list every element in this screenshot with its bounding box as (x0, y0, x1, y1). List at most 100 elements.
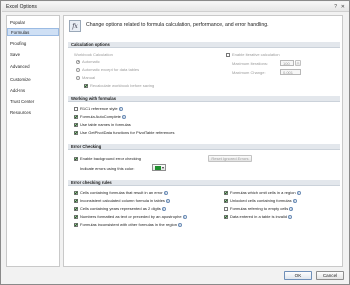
info-icon: i (121, 114, 126, 119)
sidebar-item-save[interactable]: Save (7, 51, 59, 59)
max-iterations-spinner[interactable]: ⇕ (295, 60, 301, 66)
rule-checkbox[interactable] (74, 198, 78, 203)
sidebar-item-add-ins[interactable]: Add-Ins (7, 87, 59, 95)
workbook-calculation-label: Workbook Calculation (74, 52, 113, 57)
info-icon: i (163, 190, 168, 195)
sidebar-item-proofing[interactable]: Proofing (7, 40, 59, 48)
info-icon: i (182, 214, 187, 219)
rule-item[interactable]: Unlocked cells containing formulas i (224, 198, 297, 203)
rule-item[interactable]: Formulas referring to empty cells i (224, 206, 294, 211)
info-icon: i (287, 214, 292, 219)
close-button[interactable]: ✕ (341, 4, 345, 10)
calculation-options-header: Calculation options (68, 42, 340, 48)
rule-checkbox[interactable] (74, 190, 78, 195)
background-error-checking-option[interactable]: Enable background error checking (74, 156, 141, 161)
rule-label: Unlocked cells containing formulas (230, 198, 292, 203)
error-color-picker[interactable]: ▾ (152, 164, 166, 171)
max-change-field[interactable]: 0.001 (280, 69, 301, 75)
rule-checkbox[interactable] (74, 206, 78, 211)
error-checking-rules-header: Error checking rules (68, 180, 340, 186)
info-icon: i (161, 206, 166, 211)
table-names-checkbox[interactable] (74, 122, 78, 127)
enable-iterative-label: Enable iterative calculation (232, 52, 280, 57)
rule-checkbox[interactable] (224, 190, 228, 195)
getpivotdata-checkbox[interactable] (74, 130, 78, 135)
rule-label: Inconsistent calculated column formula i… (80, 198, 165, 203)
sidebar-item-popular[interactable]: Popular (7, 19, 59, 27)
manual-radio[interactable] (76, 75, 80, 80)
info-icon: i (177, 222, 182, 227)
table-names-label: Use table names in formulas (80, 122, 131, 127)
rule-checkbox[interactable] (74, 222, 78, 227)
autocomplete-option[interactable]: Formula AutoComplete i (74, 114, 126, 119)
rule-item[interactable]: Inconsistent calculated column formula i… (74, 198, 170, 203)
error-checking-header: Error Checking (68, 144, 340, 150)
dialog-title: Excel Options (6, 4, 37, 10)
recalc-before-saving-label: Recalculate workbook before saving (90, 83, 155, 88)
formula-fx-icon: fx (69, 20, 81, 32)
info-icon: i (289, 206, 294, 211)
rule-item[interactable]: Cells containing formulas that result in… (74, 190, 168, 195)
rule-item[interactable]: Formulas inconsistent with other formula… (74, 222, 182, 227)
chevron-down-icon: ▾ (161, 165, 164, 170)
enable-iterative-checkbox[interactable] (226, 52, 230, 57)
working-with-formulas-header: Working with formulas (68, 96, 340, 102)
enable-iterative-option[interactable]: Enable iterative calculation (226, 52, 280, 57)
sidebar-item-trust-center[interactable]: Trust Center (7, 98, 59, 106)
panel-description: Change options related to formula calcul… (86, 22, 269, 28)
reset-ignored-errors-button[interactable]: Reset Ignored Errors (208, 155, 252, 162)
help-button[interactable]: ? (334, 4, 337, 10)
color-swatch (155, 166, 161, 170)
rule-checkbox[interactable] (224, 214, 228, 219)
automatic-radio[interactable] (76, 59, 80, 64)
getpivotdata-label: Use GetPivotData functions for PivotTabl… (80, 130, 175, 135)
info-icon: i (292, 198, 297, 203)
rule-label: Formulas inconsistent with other formula… (80, 222, 177, 227)
r1c1-label: R1C1 reference style (80, 106, 118, 111)
cancel-button[interactable]: Cancel (316, 271, 344, 280)
rule-item[interactable]: Cells containing years represented as 2 … (74, 206, 166, 211)
sidebar-item-advanced[interactable]: Advanced (7, 63, 59, 71)
rule-checkbox[interactable] (224, 206, 228, 211)
title-bar: Excel Options ? ✕ (2, 2, 349, 12)
r1c1-option[interactable]: R1C1 reference style i (74, 106, 123, 111)
automatic-except-tables-radio[interactable] (76, 67, 80, 72)
options-sidebar: Popular Formulas Proofing Save Advanced … (6, 15, 60, 267)
sidebar-item-customize[interactable]: Customize (7, 76, 59, 84)
rule-label: Cells containing years represented as 2 … (80, 206, 161, 211)
sidebar-item-formulas[interactable]: Formulas (7, 28, 59, 36)
ok-button[interactable]: OK (284, 271, 312, 280)
getpivotdata-option[interactable]: Use GetPivotData functions for PivotTabl… (74, 130, 175, 135)
r1c1-checkbox[interactable] (74, 106, 78, 111)
rule-item[interactable]: Data entered in a table is invalid i (224, 214, 292, 219)
autocomplete-label: Formula AutoComplete (80, 114, 121, 119)
table-names-option[interactable]: Use table names in formulas (74, 122, 131, 127)
autocomplete-checkbox[interactable] (74, 114, 78, 119)
automatic-option[interactable]: Automatic (76, 59, 100, 64)
manual-label: Manual (82, 75, 96, 80)
manual-option[interactable]: Manual (76, 75, 95, 80)
sidebar-item-resources[interactable]: Resources (7, 109, 59, 117)
background-error-checking-label: Enable background error checking (80, 156, 141, 161)
rule-label: Formulas which omit cells in a region (230, 190, 296, 195)
rule-label: Formulas referring to empty cells (230, 206, 289, 211)
max-iterations-field[interactable]: 100 (280, 60, 294, 66)
recalc-before-saving-checkbox[interactable] (84, 83, 88, 88)
recalc-before-saving-option[interactable]: Recalculate workbook before saving (84, 83, 154, 88)
rule-label: Numbers formatted as text or preceded by… (80, 214, 182, 219)
rule-label: Data entered in a table is invalid (230, 214, 287, 219)
excel-options-dialog: Excel Options ? ✕ Popular Formulas Proof… (0, 0, 350, 285)
automatic-except-tables-label: Automatic except for data tables (82, 67, 140, 72)
formulas-panel: fx Change options related to formula cal… (63, 15, 343, 267)
background-error-checking-checkbox[interactable] (74, 156, 78, 161)
info-icon: i (165, 198, 170, 203)
rule-item[interactable]: Numbers formatted as text or preceded by… (74, 214, 187, 219)
rule-item[interactable]: Formulas which omit cells in a region i (224, 190, 301, 195)
rule-checkbox[interactable] (224, 198, 228, 203)
automatic-except-tables-option[interactable]: Automatic except for data tables (76, 67, 139, 72)
indicate-color-label: Indicate errors using this color: (80, 166, 135, 171)
automatic-label: Automatic (82, 59, 100, 64)
max-change-label: Maximum Change: (232, 70, 266, 75)
info-icon: i (296, 190, 301, 195)
rule-checkbox[interactable] (74, 214, 78, 219)
